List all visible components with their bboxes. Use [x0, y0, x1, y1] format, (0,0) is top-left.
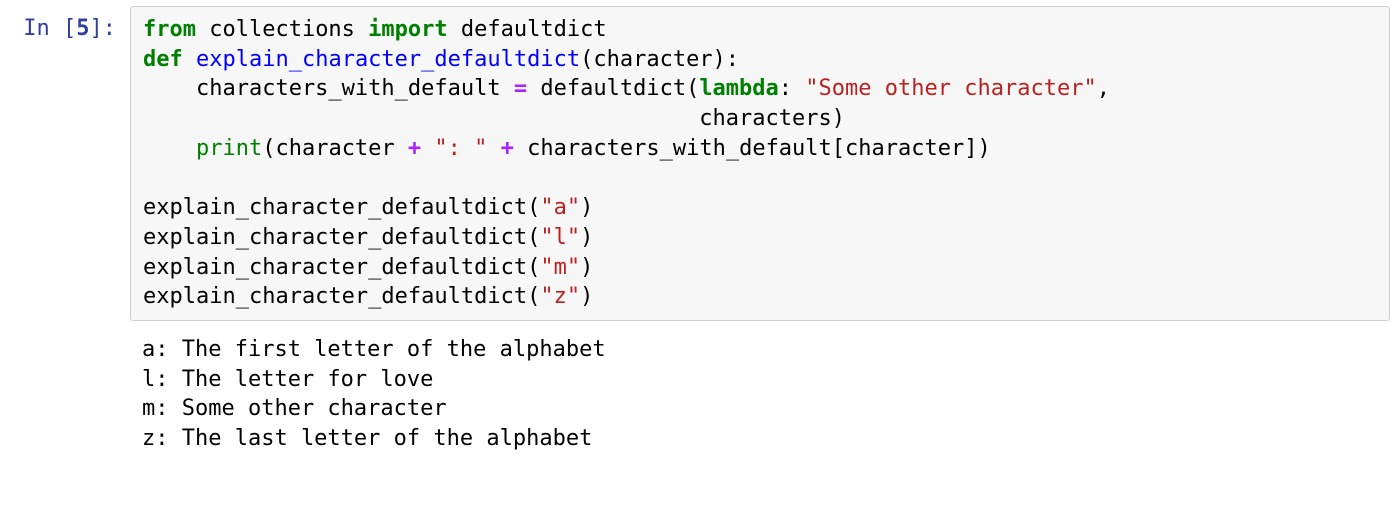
code-line: print(character + ": " + characters_with…: [143, 134, 1379, 164]
code-token: +: [408, 136, 421, 161]
code-token: "m": [540, 255, 580, 280]
code-token: [421, 136, 434, 161]
code-line: def explain_character_defaultdict(charac…: [143, 45, 1379, 75]
code-token: "l": [540, 225, 580, 250]
code-output-area: a: The first letter of the alphabetl: Th…: [130, 327, 1390, 454]
input-prompt: In [5]:: [0, 6, 130, 41]
code-token: ): [580, 255, 593, 280]
code-token: +: [501, 136, 514, 161]
code-token: "z": [540, 284, 580, 309]
code-token: =: [514, 76, 527, 101]
code-token: characters_with_default: [143, 76, 514, 101]
output-prompt-spacer: [0, 327, 130, 454]
code-token: lambda: [699, 76, 778, 101]
output-line: a: The first letter of the alphabet: [142, 335, 1390, 365]
prompt-prefix: In [: [23, 16, 76, 41]
code-token: ,: [1097, 76, 1110, 101]
output-line: l: The letter for love: [142, 365, 1390, 395]
code-token: print: [196, 136, 262, 161]
code-token: ): [580, 284, 593, 309]
notebook-input-cell: In [5]: from collections import defaultd…: [0, 0, 1400, 321]
code-line: explain_character_defaultdict("a"): [143, 193, 1379, 223]
code-line: explain_character_defaultdict("m"): [143, 253, 1379, 283]
output-line: z: The last letter of the alphabet: [142, 424, 1390, 454]
code-token: explain_character_defaultdict(: [143, 255, 540, 280]
code-token: explain_character_defaultdict(: [143, 195, 540, 220]
code-token: characters_with_default[character]): [514, 136, 991, 161]
code-token: [143, 136, 196, 161]
code-token: (character: [262, 136, 408, 161]
prompt-number: 5: [76, 16, 89, 41]
code-token: characters): [143, 106, 845, 131]
code-token: (character):: [580, 47, 739, 72]
output-line: m: Some other character: [142, 394, 1390, 424]
code-line: characters): [143, 104, 1379, 134]
code-line: characters_with_default = defaultdict(la…: [143, 74, 1379, 104]
code-token: explain_character_defaultdict(: [143, 225, 540, 250]
code-token: explain_character_defaultdict(: [143, 284, 540, 309]
code-line: explain_character_defaultdict("z"): [143, 282, 1379, 312]
code-token: [487, 136, 500, 161]
code-token: defaultdict: [448, 17, 607, 42]
code-token: from: [143, 17, 196, 42]
code-line: explain_character_defaultdict("l"): [143, 223, 1379, 253]
code-input-area[interactable]: from collections import defaultdictdef e…: [130, 6, 1390, 321]
code-token: [183, 47, 196, 72]
code-token: ): [580, 225, 593, 250]
code-token: defaultdict(: [527, 76, 699, 101]
code-line: from collections import defaultdict: [143, 15, 1379, 45]
code-line: [143, 163, 1379, 193]
notebook-output-cell: a: The first letter of the alphabetl: Th…: [0, 321, 1400, 454]
code-token: ": ": [434, 136, 487, 161]
code-token: ): [580, 195, 593, 220]
code-token: "a": [540, 195, 580, 220]
code-token: explain_character_defaultdict: [196, 47, 580, 72]
prompt-suffix: ]:: [90, 16, 117, 41]
code-token: :: [779, 76, 806, 101]
code-token: import: [368, 17, 447, 42]
code-token: "Some other character": [805, 76, 1096, 101]
code-token: collections: [196, 17, 368, 42]
code-token: def: [143, 47, 183, 72]
